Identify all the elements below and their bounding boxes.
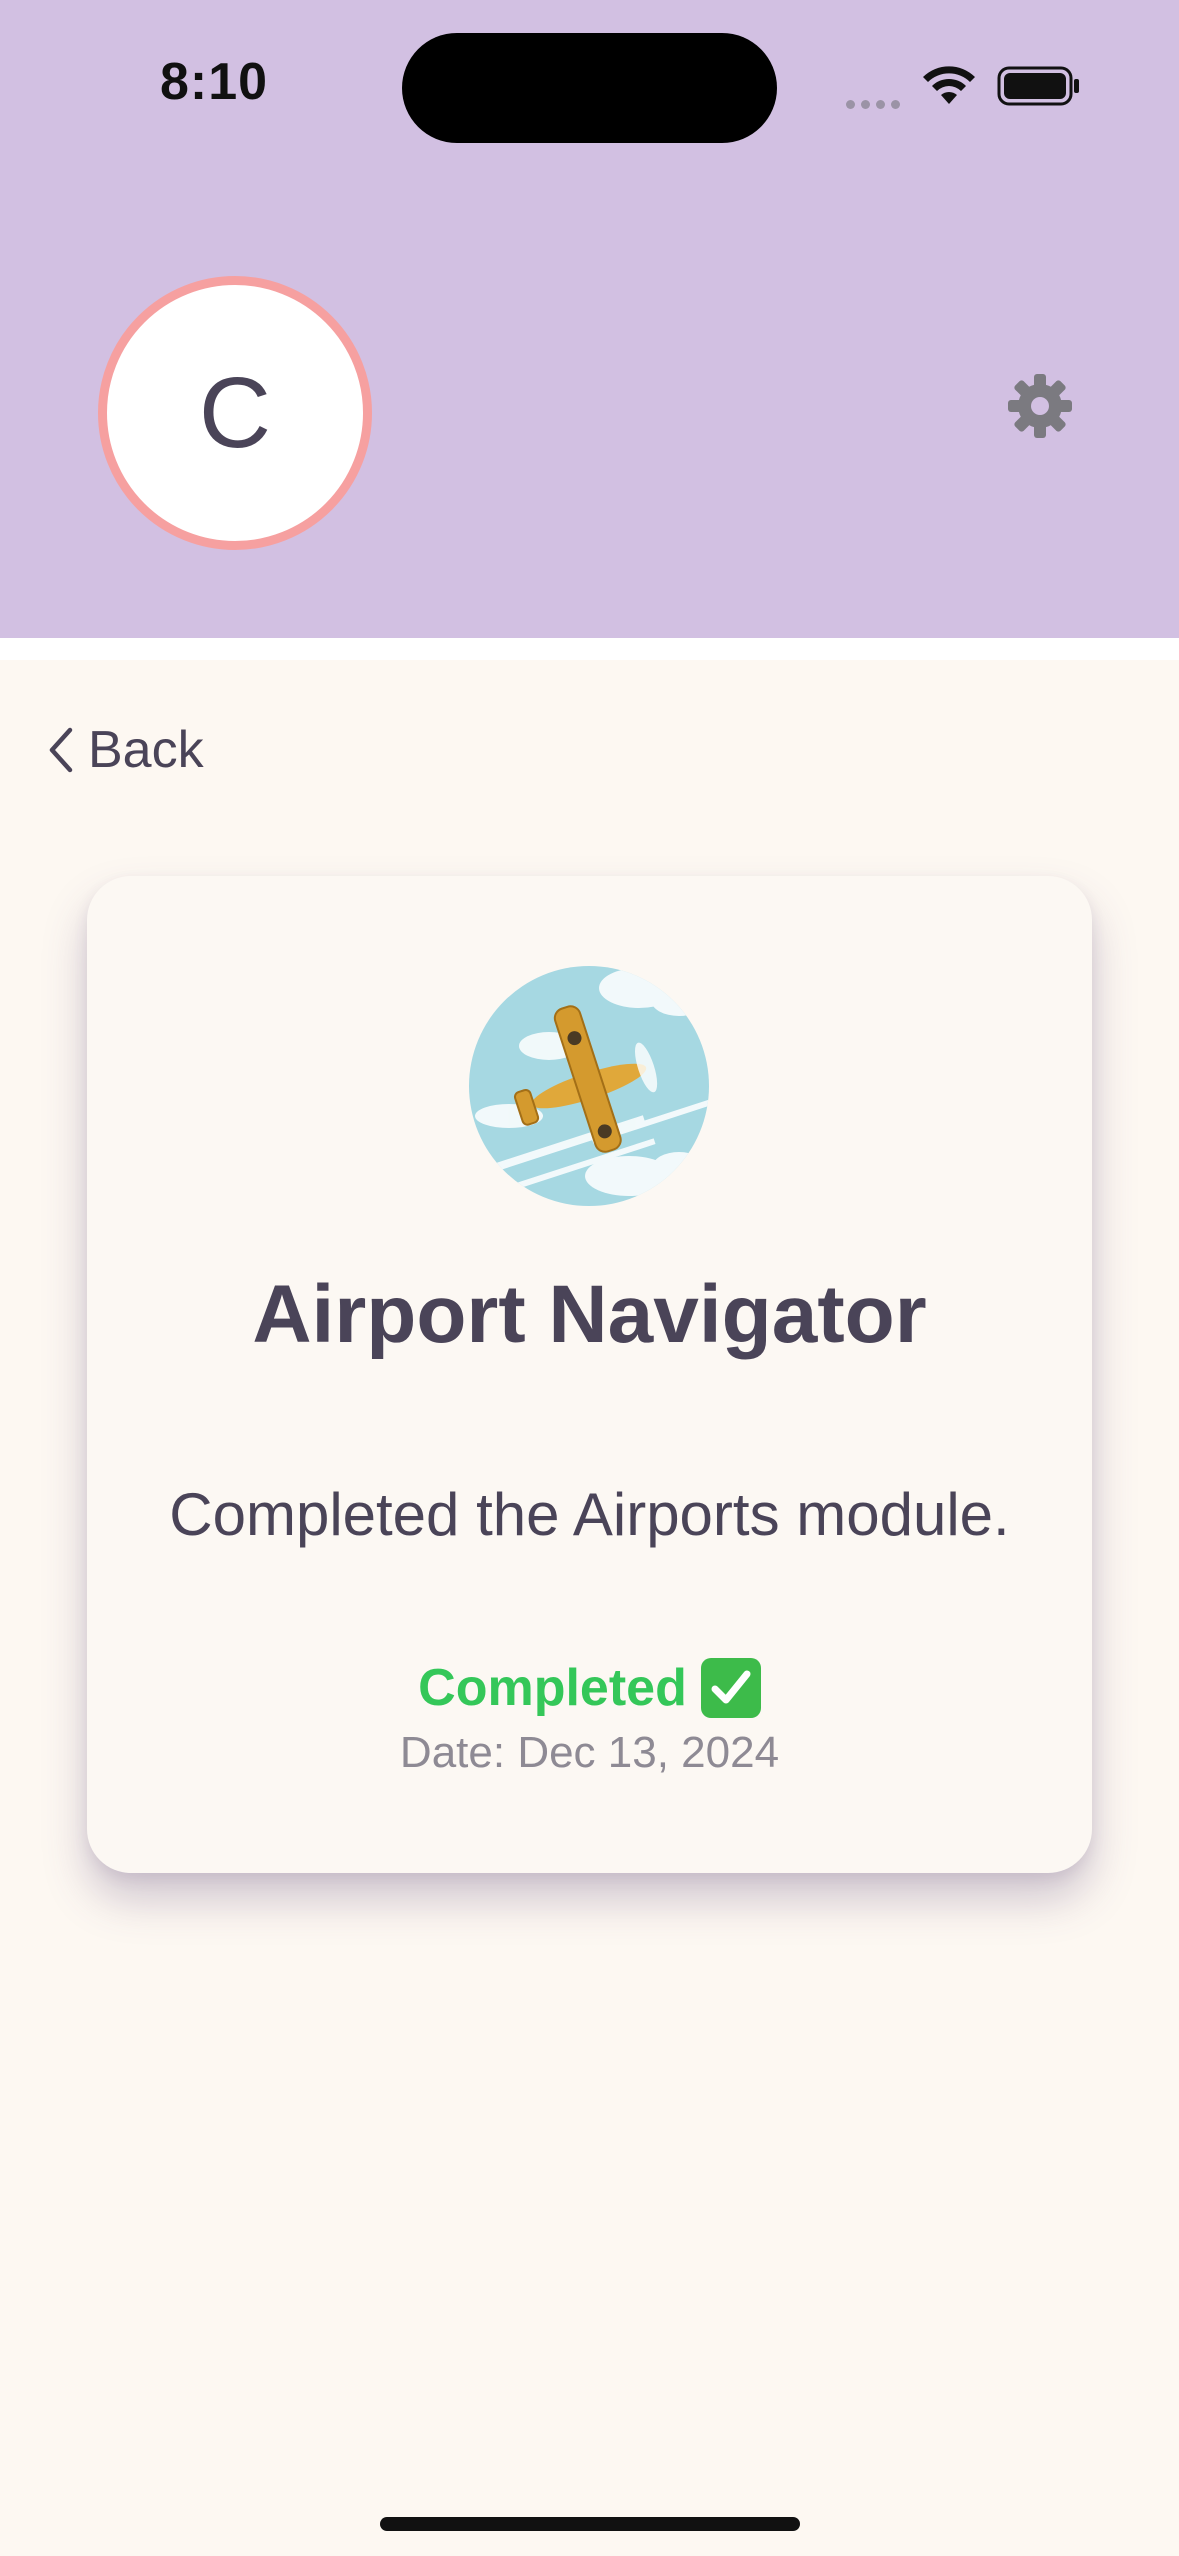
back-button[interactable]: Back (46, 720, 204, 780)
home-indicator[interactable] (380, 2517, 800, 2531)
gear-icon[interactable] (1004, 370, 1076, 447)
avatar-initial: C (198, 356, 272, 469)
dynamic-island (402, 33, 777, 143)
achievement-description: Completed the Airports module. (169, 1481, 1010, 1548)
chevron-left-icon (49, 727, 73, 773)
cellular-icon (846, 96, 906, 114)
battery-icon (997, 66, 1081, 111)
wifi-icon (922, 64, 976, 111)
check-icon (700, 1658, 761, 1718)
completion-date: Date: Dec 13, 2024 (399, 1728, 780, 1777)
header-divider (0, 638, 1179, 660)
achievement-title: Airport Navigator (252, 1269, 927, 1360)
status-badge: Completed (87, 1658, 1092, 1718)
avatar[interactable]: C (98, 276, 372, 550)
airplane-badge-icon (469, 966, 709, 1206)
status-time: 8:10 (160, 53, 269, 111)
status-label: Completed (418, 1659, 687, 1717)
back-label: Back (88, 721, 204, 779)
achievement-card: Airport Navigator Completed the Airports… (87, 876, 1092, 1873)
